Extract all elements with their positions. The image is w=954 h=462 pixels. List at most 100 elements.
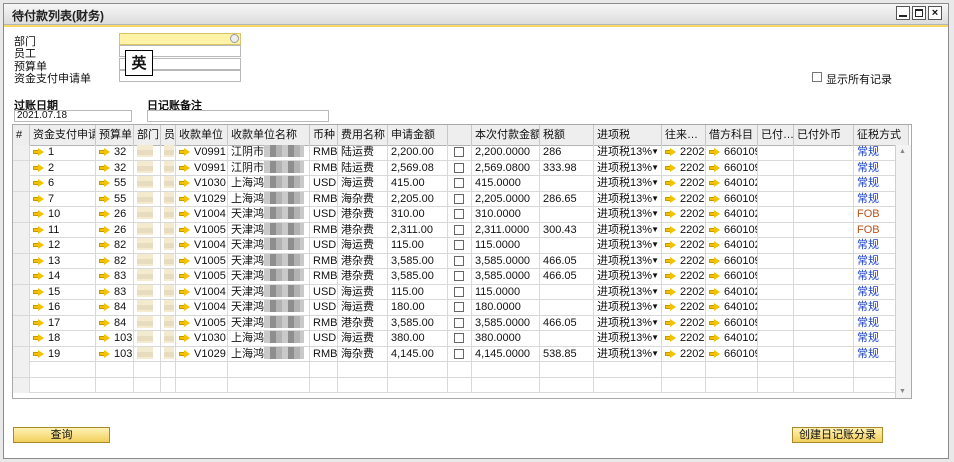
- tax-code-cell[interactable]: 进项税13% ▼: [594, 331, 662, 346]
- link-arrow-icon[interactable]: [99, 287, 110, 296]
- payment-amount-cell[interactable]: 380.0000: [472, 331, 540, 346]
- query-button[interactable]: 查询: [13, 427, 110, 443]
- column-header[interactable]: 征税方式: [854, 125, 909, 145]
- dropdown-arrow-icon[interactable]: ▼: [651, 331, 659, 345]
- dropdown-arrow-icon[interactable]: ▼: [651, 176, 659, 190]
- payee-code-cell[interactable]: V1005: [176, 222, 228, 238]
- payee-code-cell[interactable]: V1005: [176, 253, 228, 269]
- link-arrow-icon[interactable]: [665, 349, 676, 358]
- payee-code-cell[interactable]: V1029: [176, 346, 228, 362]
- link-arrow-icon[interactable]: [709, 349, 720, 358]
- link-arrow-icon[interactable]: [665, 179, 676, 187]
- link-arrow-icon[interactable]: [665, 210, 676, 218]
- contra-account-cell[interactable]: 22020: [662, 191, 706, 207]
- dropdown-arrow-icon[interactable]: ▼: [651, 269, 659, 283]
- debit-account-cell[interactable]: 660109: [706, 315, 758, 331]
- payee-code-cell[interactable]: V0991: [176, 160, 228, 176]
- link-arrow-icon[interactable]: [709, 287, 720, 296]
- link-arrow-icon[interactable]: [99, 194, 110, 203]
- link-arrow-icon[interactable]: [665, 225, 676, 234]
- link-arrow-icon[interactable]: [33, 194, 44, 203]
- column-header[interactable]: [448, 125, 472, 145]
- row-checkbox[interactable]: [454, 224, 464, 235]
- payment-amount-cell[interactable]: 2,200.0000: [472, 145, 540, 160]
- fund-request-cell[interactable]: 19: [30, 346, 96, 362]
- link-arrow-icon[interactable]: [179, 334, 190, 342]
- budget-cell[interactable]: 84: [96, 300, 134, 315]
- contra-account-cell[interactable]: 22020: [662, 238, 706, 253]
- column-header[interactable]: #: [13, 125, 30, 145]
- fund-request-cell[interactable]: 15: [30, 284, 96, 300]
- row-checkbox[interactable]: [454, 302, 464, 312]
- payee-code-cell[interactable]: V1004: [176, 300, 228, 315]
- budget-cell[interactable]: 103: [96, 346, 134, 362]
- vertical-scrollbar[interactable]: ▲ ▼: [895, 145, 911, 398]
- debit-account-cell[interactable]: 640102: [706, 207, 758, 222]
- link-arrow-icon[interactable]: [179, 303, 190, 311]
- contra-account-cell[interactable]: 22020: [662, 176, 706, 191]
- link-arrow-icon[interactable]: [33, 225, 44, 234]
- contra-account-cell[interactable]: 22020: [662, 207, 706, 222]
- column-header[interactable]: 进项税: [594, 125, 662, 145]
- posting-date-input[interactable]: 2021.07.18: [14, 110, 132, 122]
- tax-amount-cell[interactable]: [540, 331, 594, 346]
- tax-code-cell[interactable]: 进项税13% ▼: [594, 346, 662, 362]
- fund-request-cell[interactable]: 13: [30, 253, 96, 269]
- tax-code-cell[interactable]: 进项税13% ▼: [594, 238, 662, 253]
- fund-request-cell[interactable]: 18: [30, 331, 96, 346]
- tax-amount-cell[interactable]: [540, 284, 594, 300]
- tax-amount-cell[interactable]: [540, 300, 594, 315]
- link-arrow-icon[interactable]: [99, 179, 110, 187]
- column-header[interactable]: 资金支付申请: [30, 125, 96, 145]
- link-arrow-icon[interactable]: [179, 241, 190, 249]
- payee-code-cell[interactable]: V1005: [176, 269, 228, 284]
- contra-account-cell[interactable]: 22020: [662, 269, 706, 284]
- column-header[interactable]: 部门: [134, 125, 161, 145]
- link-arrow-icon[interactable]: [179, 148, 190, 156]
- tax-amount-cell[interactable]: [540, 207, 594, 222]
- payee-code-cell[interactable]: V1004: [176, 284, 228, 300]
- debit-account-cell[interactable]: 640102: [706, 300, 758, 315]
- contra-account-cell[interactable]: 22020: [662, 160, 706, 176]
- link-arrow-icon[interactable]: [33, 287, 44, 296]
- link-arrow-icon[interactable]: [179, 349, 190, 358]
- payee-code-cell[interactable]: V1030: [176, 331, 228, 346]
- link-arrow-icon[interactable]: [179, 287, 190, 296]
- payee-code-cell[interactable]: V1030: [176, 176, 228, 191]
- link-arrow-icon[interactable]: [709, 225, 720, 234]
- fund-request-cell[interactable]: 7: [30, 191, 96, 207]
- payment-amount-cell[interactable]: 180.0000: [472, 300, 540, 315]
- budget-cell[interactable]: 82: [96, 238, 134, 253]
- payee-code-cell[interactable]: V1029: [176, 191, 228, 207]
- payment-amount-cell[interactable]: 415.0000: [472, 176, 540, 191]
- link-arrow-icon[interactable]: [33, 148, 44, 156]
- column-header[interactable]: 借方科目: [706, 125, 758, 145]
- dropdown-arrow-icon[interactable]: ▼: [651, 300, 659, 314]
- maximize-button[interactable]: [912, 6, 926, 20]
- link-arrow-icon[interactable]: [99, 318, 110, 327]
- dropdown-arrow-icon[interactable]: ▼: [651, 254, 659, 268]
- column-header[interactable]: 费用名称: [338, 125, 388, 145]
- link-arrow-icon[interactable]: [33, 256, 44, 265]
- tax-code-cell[interactable]: 进项税13% ▼: [594, 300, 662, 315]
- link-arrow-icon[interactable]: [99, 334, 110, 342]
- tax-amount-cell[interactable]: 466.05: [540, 315, 594, 331]
- budget-cell[interactable]: 32: [96, 160, 134, 176]
- budget-cell[interactable]: 83: [96, 284, 134, 300]
- payment-amount-cell[interactable]: 2,205.0000: [472, 191, 540, 207]
- debit-account-cell[interactable]: 660109: [706, 346, 758, 362]
- dropdown-arrow-icon[interactable]: ▼: [651, 285, 659, 299]
- link-arrow-icon[interactable]: [99, 163, 110, 172]
- scroll-up-icon[interactable]: ▲: [899, 148, 906, 155]
- link-arrow-icon[interactable]: [99, 148, 110, 156]
- row-checkbox[interactable]: [454, 333, 464, 343]
- budget-cell[interactable]: 26: [96, 207, 134, 222]
- link-arrow-icon[interactable]: [665, 287, 676, 296]
- link-arrow-icon[interactable]: [665, 241, 676, 249]
- fund-request-cell[interactable]: 17: [30, 315, 96, 331]
- contra-account-cell[interactable]: 22020: [662, 284, 706, 300]
- tax-code-cell[interactable]: 进项税13% ▼: [594, 191, 662, 207]
- fund-request-cell[interactable]: 14: [30, 269, 96, 284]
- payment-amount-cell[interactable]: 115.0000: [472, 238, 540, 253]
- link-arrow-icon[interactable]: [33, 272, 44, 280]
